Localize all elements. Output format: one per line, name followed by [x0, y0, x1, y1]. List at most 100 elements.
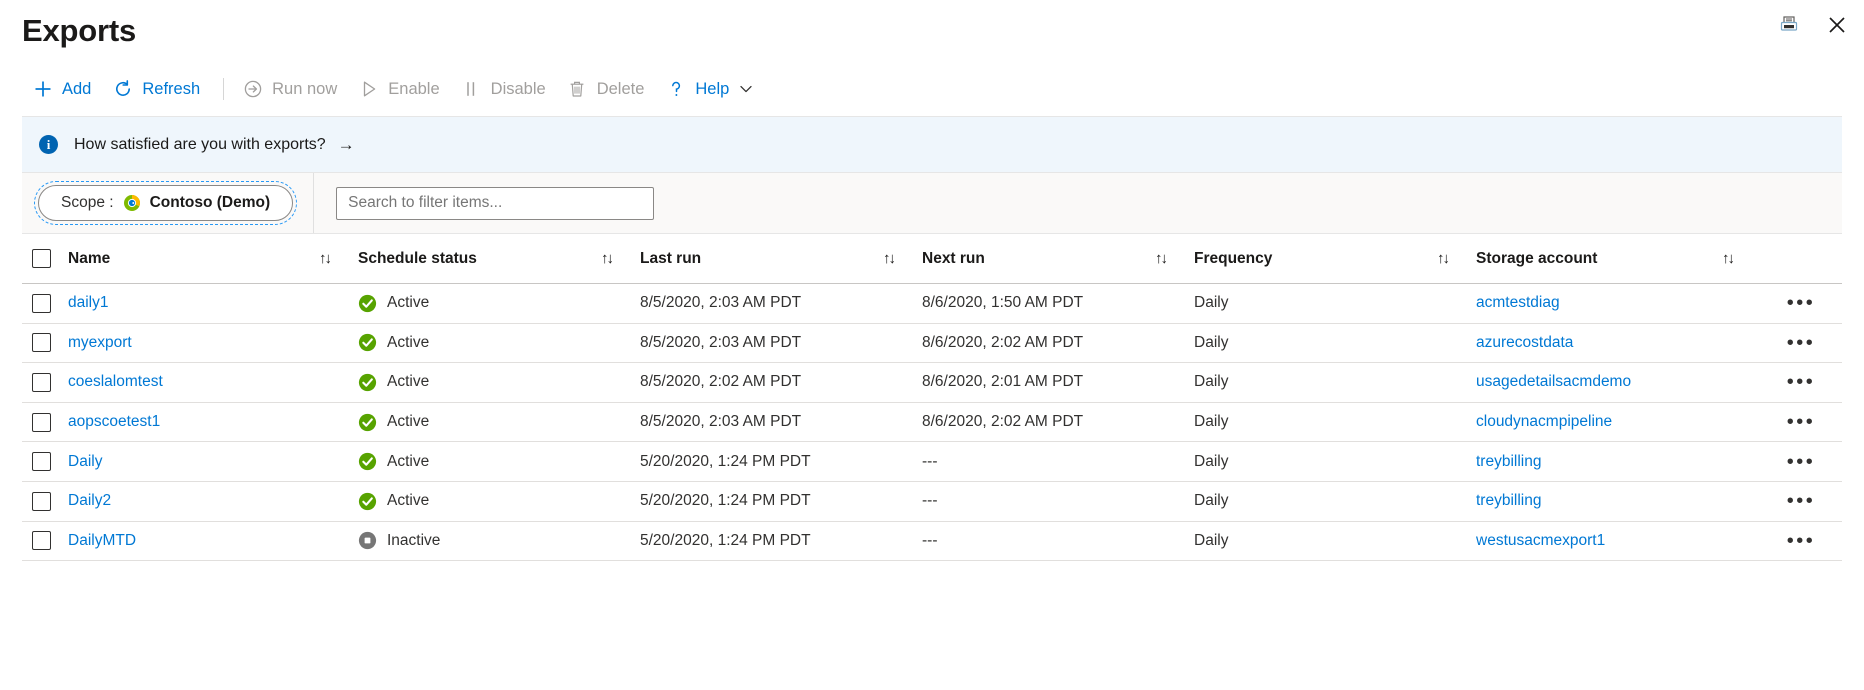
- sort-schedule-status-button[interactable]: ↑↓: [601, 250, 612, 267]
- status-text: Active: [387, 294, 429, 312]
- storage-account-link[interactable]: usagedetailsacmdemo: [1476, 373, 1631, 391]
- column-header-next-run[interactable]: Next run ↑↓: [922, 250, 1194, 268]
- export-name-link[interactable]: Daily: [68, 453, 102, 471]
- help-button[interactable]: Help: [657, 73, 767, 106]
- cell-storage-account: cloudynacmpipeline: [1476, 413, 1761, 431]
- info-icon: i: [39, 135, 58, 154]
- select-all-cell: [22, 249, 68, 268]
- cell-next-run: ---: [922, 532, 1194, 550]
- cell-last-run: 8/5/2020, 2:03 AM PDT: [640, 334, 922, 352]
- table-row[interactable]: aopscoetest1Active8/5/2020, 2:03 AM PDT8…: [22, 403, 1842, 443]
- scope-picker-button[interactable]: Scope : Contoso (Demo): [38, 185, 293, 221]
- cell-frequency: Daily: [1194, 492, 1476, 510]
- table-row[interactable]: DailyActive5/20/2020, 1:24 PM PDT---Dail…: [22, 442, 1842, 482]
- more-actions-icon[interactable]: •••: [1787, 452, 1816, 472]
- storage-account-link[interactable]: treybilling: [1476, 492, 1541, 510]
- check-circle-icon: [358, 294, 377, 313]
- sort-last-run-button[interactable]: ↑↓: [883, 250, 894, 267]
- add-button-label: Add: [62, 81, 91, 98]
- more-actions-icon[interactable]: •••: [1787, 531, 1816, 551]
- cell-row-actions: •••: [1761, 333, 1841, 353]
- sort-next-run-button[interactable]: ↑↓: [1155, 250, 1166, 267]
- delete-button[interactable]: Delete: [559, 73, 658, 106]
- export-name-link[interactable]: aopscoetest1: [68, 413, 160, 431]
- scope-cell: Scope : Contoso (Demo): [22, 173, 314, 233]
- search-input[interactable]: [336, 187, 654, 220]
- column-header-frequency[interactable]: Frequency ↑↓: [1194, 250, 1476, 268]
- more-actions-icon[interactable]: •••: [1787, 372, 1816, 392]
- run-now-icon: [242, 79, 263, 100]
- refresh-button[interactable]: Refresh: [104, 73, 213, 106]
- table-row[interactable]: Daily2Active5/20/2020, 1:24 PM PDT---Dai…: [22, 482, 1842, 522]
- cell-next-run: 8/6/2020, 2:02 AM PDT: [922, 334, 1194, 352]
- status-text: Active: [387, 453, 429, 471]
- cell-last-run: 8/5/2020, 2:03 AM PDT: [640, 294, 922, 312]
- more-actions-icon[interactable]: •••: [1787, 333, 1816, 353]
- next-run-value: 8/6/2020, 2:02 AM PDT: [922, 334, 1083, 352]
- cell-frequency: Daily: [1194, 334, 1476, 352]
- survey-banner-arrow-link[interactable]: →: [338, 135, 355, 155]
- refresh-icon: [112, 79, 133, 100]
- frequency-value: Daily: [1194, 294, 1228, 312]
- add-button[interactable]: Add: [24, 73, 104, 106]
- table-body: daily1Active8/5/2020, 2:03 AM PDT8/6/202…: [22, 284, 1842, 561]
- storage-account-link[interactable]: acmtestdiag: [1476, 294, 1560, 312]
- export-name-link[interactable]: daily1: [68, 294, 109, 312]
- close-icon[interactable]: [1824, 12, 1850, 38]
- row-checkbox[interactable]: [32, 531, 51, 550]
- play-icon: [358, 79, 379, 100]
- storage-account-link[interactable]: treybilling: [1476, 453, 1541, 471]
- row-checkbox[interactable]: [32, 413, 51, 432]
- table-row[interactable]: myexport Active 8/5/2020, 2:03 AM PDT8/6/2…: [22, 324, 1842, 364]
- row-checkbox[interactable]: [32, 492, 51, 511]
- check-circle-icon: [358, 333, 377, 352]
- sort-name-button[interactable]: ↑↓: [319, 250, 330, 267]
- column-header-last-run[interactable]: Last run ↑↓: [640, 250, 922, 268]
- cell-next-run: 8/6/2020, 2:02 AM PDT: [922, 413, 1194, 431]
- row-checkbox[interactable]: [32, 373, 51, 392]
- sort-frequency-button[interactable]: ↑↓: [1437, 250, 1448, 267]
- status-text: Active: [387, 334, 429, 352]
- storage-account-link[interactable]: cloudynacmpipeline: [1476, 413, 1612, 431]
- cell-storage-account: acmtestdiag: [1476, 294, 1761, 312]
- export-name-link[interactable]: DailyMTD: [68, 532, 136, 550]
- column-header-name[interactable]: Name ↑↓: [68, 250, 358, 268]
- export-name-link[interactable]: Daily2: [68, 492, 111, 510]
- check-circle-icon: [358, 373, 377, 392]
- check-circle-icon: [358, 413, 377, 432]
- disable-button[interactable]: Disable: [453, 73, 559, 106]
- frequency-value: Daily: [1194, 413, 1228, 431]
- export-name-link[interactable]: coeslalomtest: [68, 373, 163, 391]
- status-text: Active: [387, 492, 429, 510]
- column-header-schedule-status[interactable]: Schedule status ↑↓: [358, 250, 640, 268]
- export-name-link[interactable]: myexport: [68, 334, 132, 352]
- more-actions-icon[interactable]: •••: [1787, 293, 1816, 313]
- row-checkbox[interactable]: [32, 294, 51, 313]
- row-checkbox[interactable]: [32, 452, 51, 471]
- column-header-storage-account[interactable]: Storage account ↑↓: [1476, 250, 1761, 268]
- storage-account-link[interactable]: westusacmexport1: [1476, 532, 1605, 550]
- cell-row-actions: •••: [1761, 452, 1841, 472]
- column-header-storage-account-label: Storage account: [1476, 250, 1597, 268]
- printer-icon[interactable]: [1776, 12, 1802, 38]
- more-actions-icon[interactable]: •••: [1787, 491, 1816, 511]
- frequency-value: Daily: [1194, 334, 1228, 352]
- select-all-checkbox[interactable]: [32, 249, 51, 268]
- cell-frequency: Daily: [1194, 453, 1476, 471]
- column-header-last-run-label: Last run: [640, 250, 701, 268]
- search-cell: [314, 173, 654, 233]
- enable-button[interactable]: Enable: [350, 73, 452, 106]
- more-actions-icon[interactable]: •••: [1787, 412, 1816, 432]
- storage-account-link[interactable]: azurecostdata: [1476, 334, 1573, 352]
- last-run-value: 8/5/2020, 2:02 AM PDT: [640, 373, 801, 391]
- sort-storage-account-button[interactable]: ↑↓: [1722, 250, 1733, 267]
- row-checkbox[interactable]: [32, 333, 51, 352]
- subscription-icon: [123, 194, 141, 212]
- table-row[interactable]: daily1Active8/5/2020, 2:03 AM PDT8/6/202…: [22, 284, 1842, 324]
- command-bar: Add Refresh Run now Enable: [0, 62, 1864, 116]
- run-now-button[interactable]: Run now: [234, 73, 350, 106]
- last-run-value: 8/5/2020, 2:03 AM PDT: [640, 294, 801, 312]
- table-row[interactable]: coeslalomtestActive8/5/2020, 2:02 AM PDT…: [22, 363, 1842, 403]
- table-row[interactable]: DailyMTDInactive5/20/2020, 1:24 PM PDT--…: [22, 522, 1842, 562]
- row-select-cell: [22, 294, 68, 313]
